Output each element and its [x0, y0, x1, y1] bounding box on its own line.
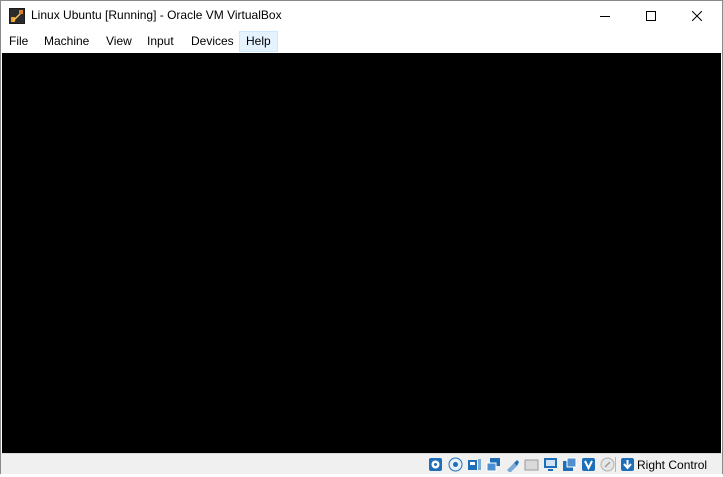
usb-icon[interactable]	[505, 457, 520, 473]
optical-drive-icon[interactable]	[448, 457, 463, 472]
menu-devices[interactable]: Devices	[185, 31, 240, 52]
mouse-integration-icon[interactable]	[600, 457, 615, 472]
shared-folders-icon[interactable]	[524, 457, 539, 472]
maximize-icon	[646, 11, 656, 21]
maximize-button[interactable]	[628, 1, 674, 31]
minimize-button[interactable]	[582, 1, 628, 31]
network-icon[interactable]	[486, 457, 501, 472]
menu-help[interactable]: Help	[239, 31, 278, 52]
display-icon[interactable]	[543, 457, 558, 472]
host-key-label: Right Control	[637, 458, 708, 472]
menu-view[interactable]: View	[100, 31, 138, 52]
menu-bar: File Machine View Input Devices Help	[1, 31, 722, 52]
host-key-icon	[620, 457, 635, 472]
hard-disk-icon[interactable]	[428, 457, 443, 472]
virtualbox-app-icon	[9, 8, 25, 24]
menu-input[interactable]: Input	[141, 31, 180, 52]
status-bar: Right Control	[1, 453, 722, 474]
minimize-icon	[600, 11, 610, 21]
vm-display[interactable]	[2, 53, 721, 453]
audio-icon[interactable]	[467, 457, 482, 472]
video-capture-icon[interactable]	[562, 457, 577, 472]
menu-machine[interactable]: Machine	[38, 31, 95, 52]
close-button[interactable]	[674, 1, 720, 31]
menu-file[interactable]: File	[3, 31, 34, 52]
status-separator	[615, 457, 616, 472]
virtualbox-window: Linux Ubuntu [Running] - Oracle VM Virtu…	[0, 0, 723, 474]
virtualization-icon[interactable]	[581, 457, 596, 472]
close-icon	[692, 11, 702, 21]
title-bar[interactable]: Linux Ubuntu [Running] - Oracle VM Virtu…	[1, 1, 722, 31]
window-title: Linux Ubuntu [Running] - Oracle VM Virtu…	[31, 8, 282, 22]
